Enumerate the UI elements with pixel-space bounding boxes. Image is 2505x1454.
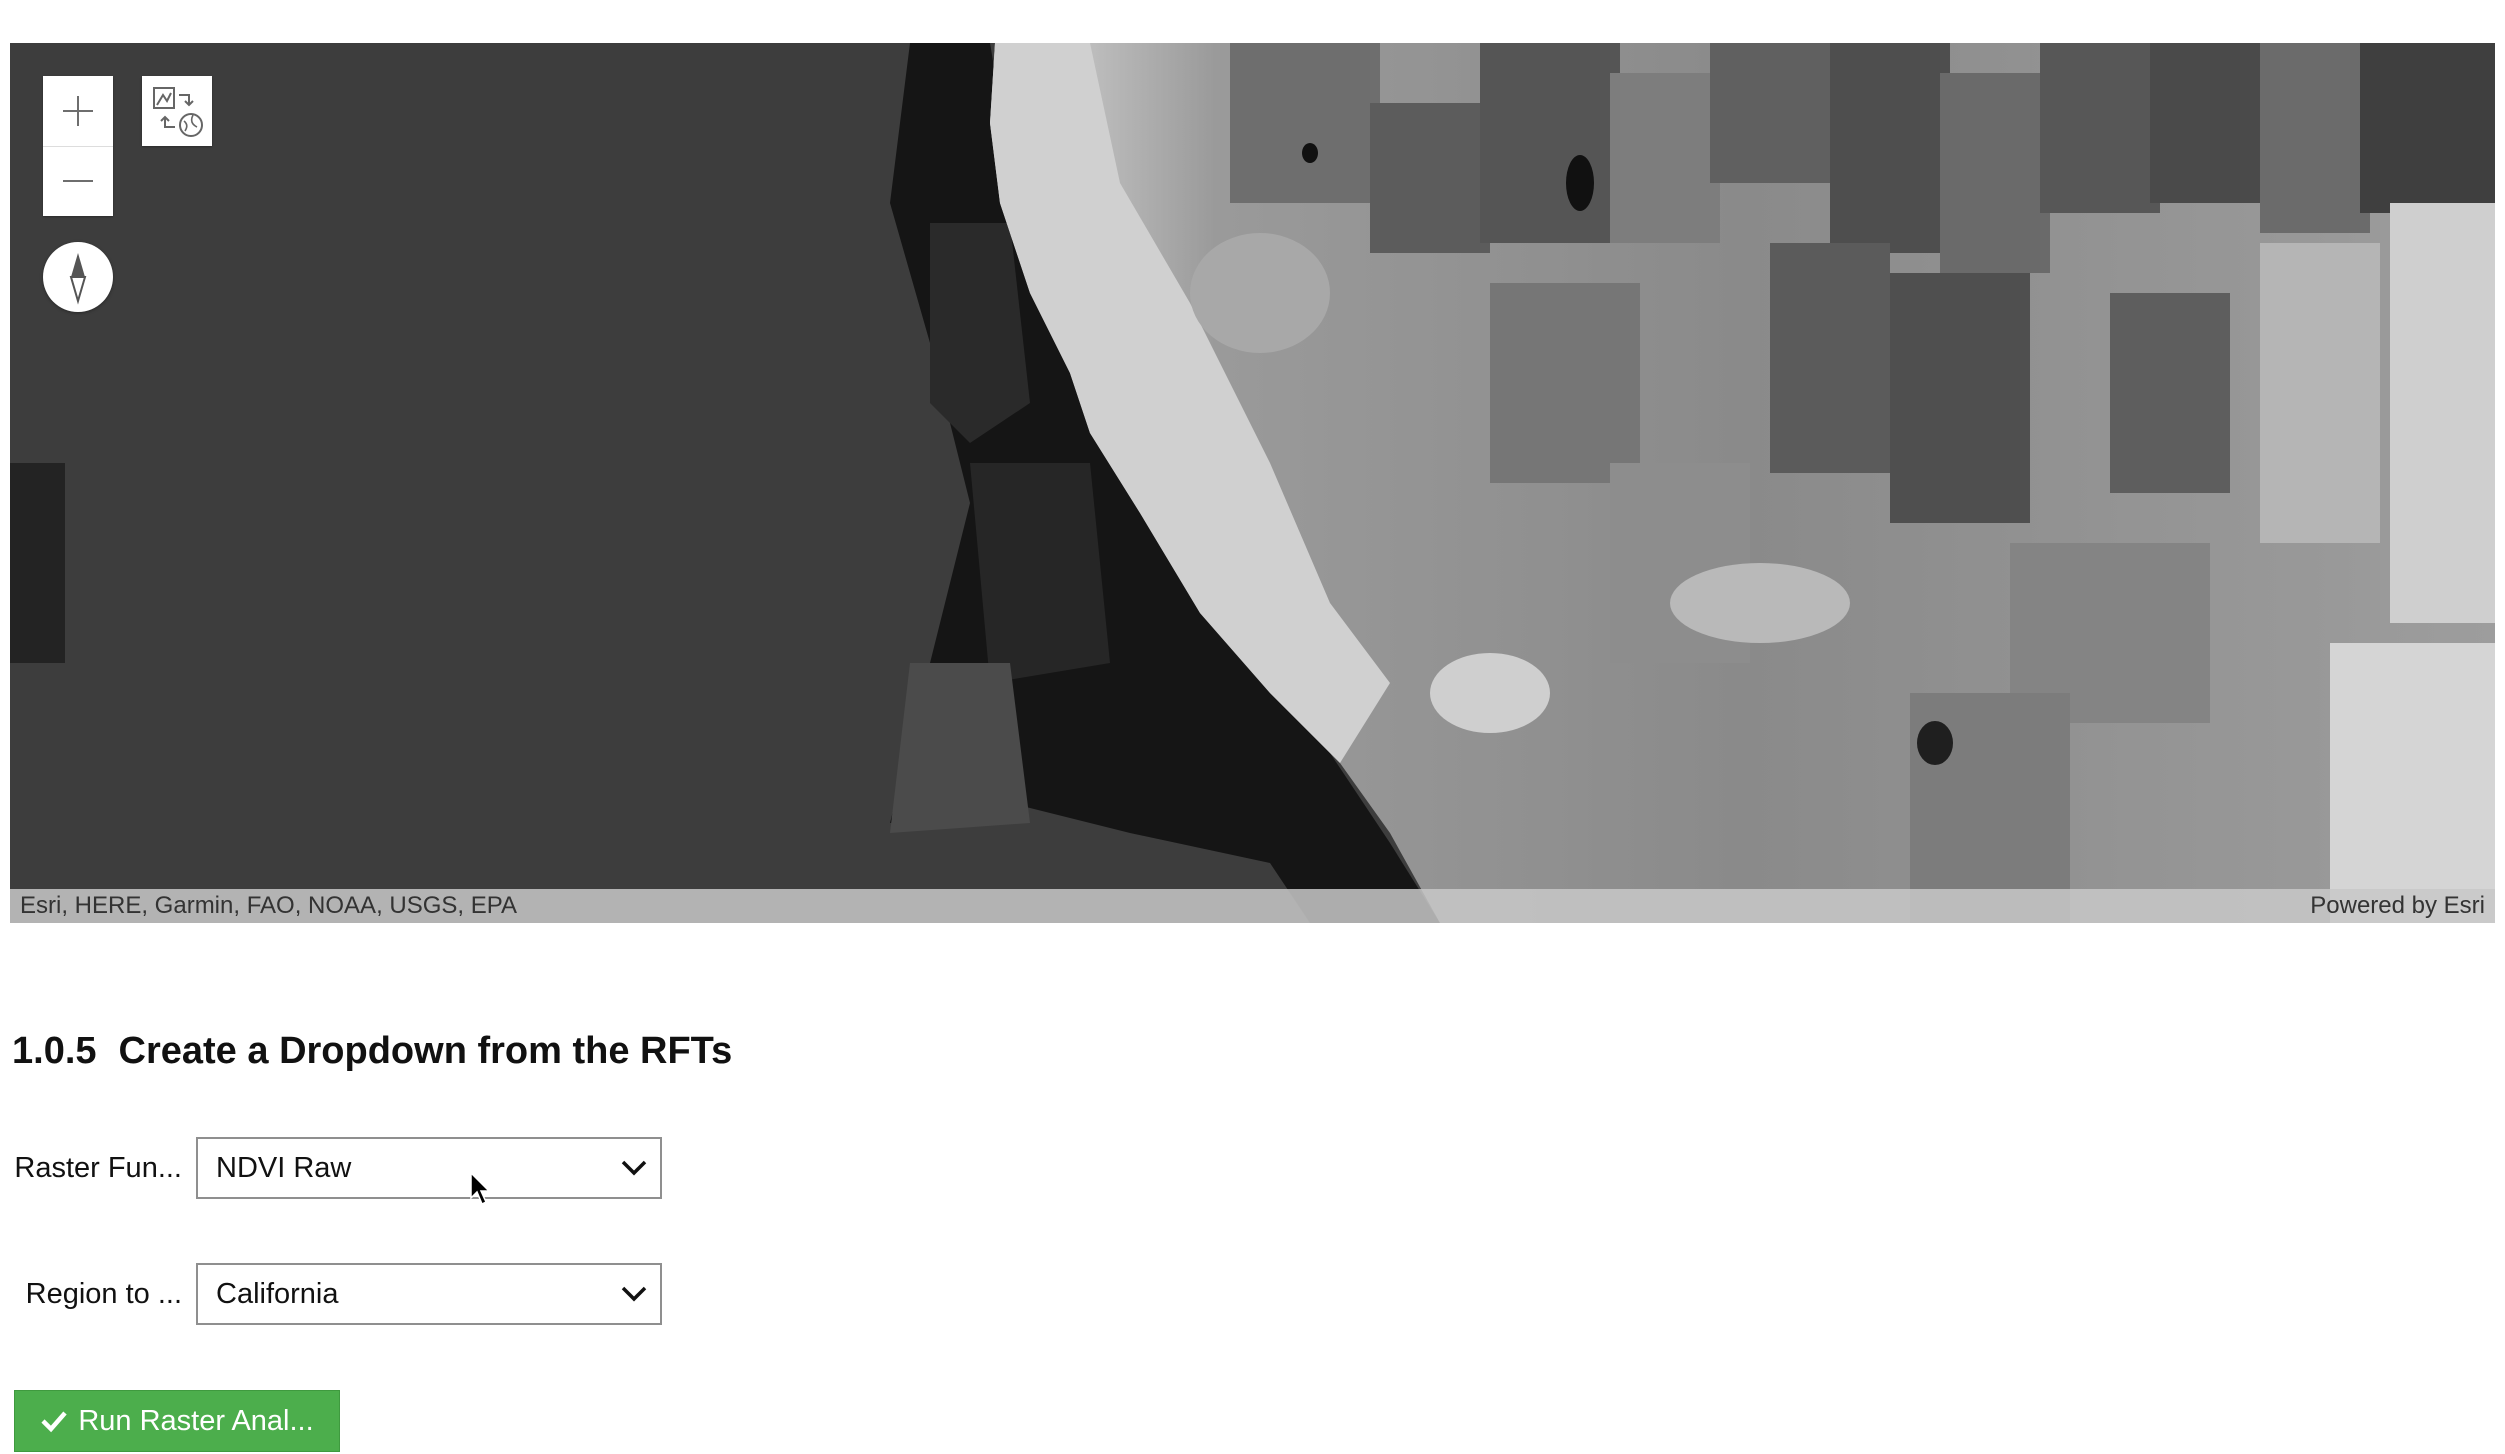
powered-by-esri[interactable]: Powered by Esri: [2310, 892, 2485, 920]
mouse-cursor-icon: [470, 1172, 491, 1206]
raster-function-row: Raster Fun... NDVI Raw: [0, 1137, 662, 1199]
raster-function-dropdown[interactable]: NDVI Raw: [196, 1137, 662, 1199]
region-row: Region to ... California: [0, 1263, 662, 1325]
raster-function-selected: NDVI Raw: [216, 1151, 352, 1184]
section-heading: 1.0.5 Create a Dropdown from the RFTs: [12, 1030, 732, 1073]
plus-icon: [63, 96, 93, 126]
region-dropdown[interactable]: California: [196, 1263, 662, 1325]
zoom-out-button[interactable]: [43, 146, 113, 216]
chevron-down-icon: [621, 1160, 647, 1176]
compass-button[interactable]: [43, 242, 113, 312]
region-label: Region to ...: [25, 1277, 182, 1310]
raster-function-label: Raster Fun...: [14, 1151, 182, 1184]
satellite-imagery: [10, 43, 2495, 923]
zoom-in-button[interactable]: [43, 76, 113, 147]
swipe-layers-icon: [153, 87, 203, 137]
region-selected: California: [216, 1277, 339, 1310]
run-raster-analysis-button[interactable]: Run Raster Anal...: [14, 1390, 340, 1452]
section-number: 1.0.5: [12, 1030, 97, 1072]
minus-icon: [63, 180, 93, 182]
attribution-sources: Esri, HERE, Garmin, FAO, NOAA, USGS, EPA: [20, 892, 517, 919]
chevron-down-icon: [621, 1286, 647, 1302]
zoom-control: [43, 76, 113, 216]
section-title-text: Create a Dropdown from the RFTs: [118, 1030, 733, 1072]
check-icon: [41, 1411, 68, 1433]
swipe-widget-button[interactable]: [142, 76, 212, 146]
map-view[interactable]: Esri, HERE, Garmin, FAO, NOAA, USGS, EPA…: [10, 43, 2495, 923]
map-attribution: Esri, HERE, Garmin, FAO, NOAA, USGS, EPA…: [10, 889, 2495, 923]
run-button-label: Run Raster Anal...: [78, 1404, 314, 1437]
compass-icon: [69, 253, 87, 305]
